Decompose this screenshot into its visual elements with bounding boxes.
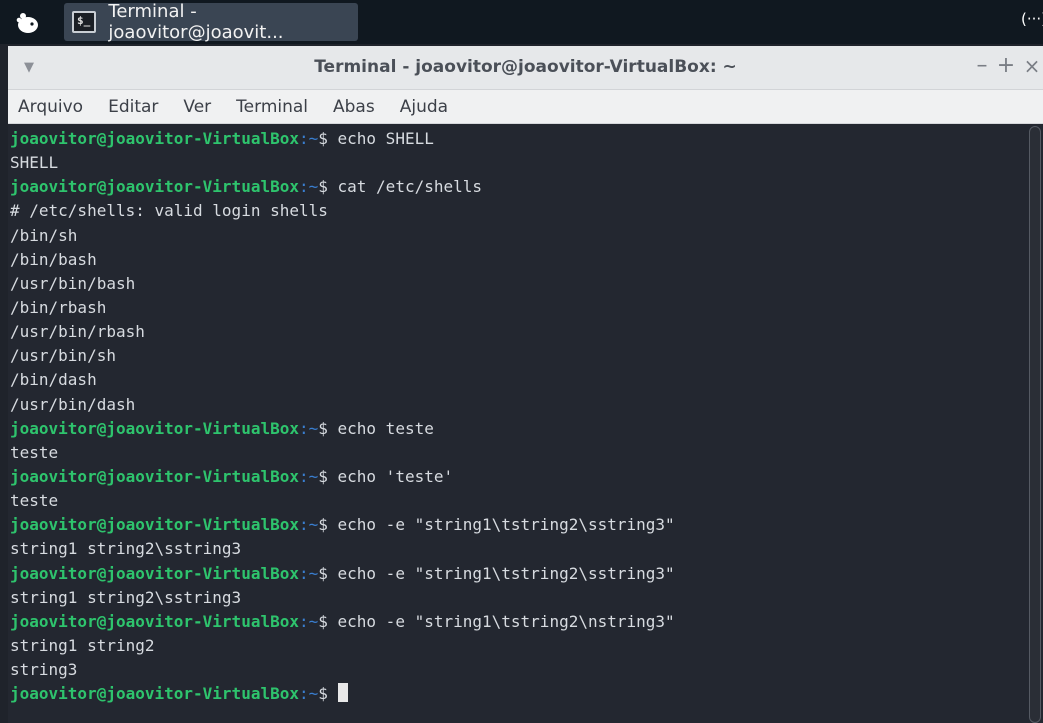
prompt-path: :~ — [298, 515, 319, 535]
prompt-user: joaovitor@joaovitor-VirtualBox — [10, 466, 299, 486]
prompt-symbol: $ — [318, 515, 338, 535]
start-menu-button[interactable] — [0, 0, 56, 44]
output-line: /bin/dash — [10, 370, 97, 390]
prompt-path: :~ — [298, 563, 319, 583]
output-line: /usr/bin/bash — [10, 273, 136, 293]
text-cursor — [337, 683, 348, 703]
terminal-window: ▼ Terminal - joaovitor@joaovitor-Virtual… — [8, 46, 1043, 723]
prompt-line: joaovitor@joaovitor-VirtualBox:~$ echo t… — [10, 417, 1020, 441]
prompt-path: :~ — [298, 418, 319, 438]
output-line: teste — [10, 491, 59, 511]
output-line: /usr/bin/dash — [10, 394, 136, 414]
notification-tray-icon[interactable]: (···) — [1021, 10, 1043, 28]
prompt-symbol: $ — [318, 466, 338, 486]
taskbar: $_ Terminal - joaovitor@joaovit... (···) — [0, 0, 1043, 44]
prompt-symbol: $ — [318, 129, 338, 148]
command-text: echo -e "string1\tstring2\nstring3" — [337, 611, 675, 631]
prompt-path: :~ — [298, 177, 319, 197]
terminal-content[interactable]: joaovitor@joaovitor-VirtualBox:~$ echo S… — [8, 124, 1043, 723]
output-line: # /etc/shells: valid login shells — [10, 201, 328, 221]
menu-abas[interactable]: Abas — [333, 97, 375, 117]
prompt-user: joaovitor@joaovitor-VirtualBox — [10, 129, 299, 148]
output-line: string1 string2 — [10, 635, 155, 655]
command-text: echo -e "string1\tstring2\sstring3" — [337, 515, 675, 535]
output-line: /bin/sh — [10, 225, 78, 245]
prompt-line: joaovitor@joaovitor-VirtualBox:~$ echo -… — [10, 562, 1020, 586]
output-line: /usr/bin/rbash — [10, 322, 145, 342]
prompt-line: joaovitor@joaovitor-VirtualBox:~$ echo '… — [10, 465, 1020, 489]
prompt-symbol: $ — [318, 563, 338, 583]
command-text: echo teste — [337, 418, 434, 438]
minimize-button[interactable]: – — [970, 54, 994, 78]
xfce-mouse-logo-icon — [16, 13, 38, 33]
output-line: teste — [10, 442, 59, 462]
output-line: string1 string2\sstring3 — [10, 539, 242, 559]
prompt-path: :~ — [298, 684, 319, 704]
command-text: echo SHELL — [337, 129, 434, 148]
prompt-path: :~ — [298, 611, 319, 631]
output-line: SHELL — [10, 153, 59, 173]
output-line: /bin/rbash — [10, 297, 107, 317]
prompt-user: joaovitor@joaovitor-VirtualBox — [10, 611, 299, 631]
menu-ver[interactable]: Ver — [183, 97, 211, 117]
prompt-symbol: $ — [318, 177, 338, 197]
prompt-user: joaovitor@joaovitor-VirtualBox — [10, 563, 299, 583]
prompt-symbol: $ — [318, 611, 338, 631]
vertical-scrollbar[interactable] — [1029, 126, 1041, 723]
prompt-symbol: $ — [318, 418, 338, 438]
command-text: cat /etc/shells — [337, 177, 483, 197]
prompt-user: joaovitor@joaovitor-VirtualBox — [10, 177, 299, 197]
menu-terminal[interactable]: Terminal — [236, 97, 308, 117]
command-text: echo -e "string1\tstring2\sstring3" — [337, 563, 675, 583]
taskbar-window-button[interactable]: $_ Terminal - joaovitor@joaovit... — [64, 1, 358, 43]
prompt-user: joaovitor@joaovitor-VirtualBox — [10, 684, 299, 704]
window-title: Terminal - joaovitor@joaovitor-VirtualBo… — [314, 57, 737, 77]
prompt-line: joaovitor@joaovitor-VirtualBox:~$ echo S… — [10, 127, 1020, 151]
output-line: /usr/bin/sh — [10, 346, 116, 366]
prompt-line: joaovitor@joaovitor-VirtualBox:~$ echo -… — [10, 513, 1020, 537]
output-line: string3 — [10, 660, 78, 680]
window-titlebar[interactable]: ▼ Terminal - joaovitor@joaovitor-Virtual… — [8, 46, 1043, 90]
prompt-line: joaovitor@joaovitor-VirtualBox:~$ cat /e… — [10, 175, 1020, 199]
menu-editar[interactable]: Editar — [108, 97, 158, 117]
terminal-icon: $_ — [72, 11, 97, 33]
prompt-user: joaovitor@joaovitor-VirtualBox — [10, 515, 299, 535]
prompt-symbol: $ — [318, 684, 338, 704]
maximize-button[interactable]: + — [994, 54, 1018, 78]
prompt-path: :~ — [298, 466, 319, 486]
taskbar-window-title: Terminal - joaovitor@joaovit... — [108, 1, 284, 43]
menu-bar: Arquivo Editar Ver Terminal Abas Ajuda — [8, 90, 1043, 124]
prompt-path: :~ — [298, 129, 319, 148]
prompt-line: joaovitor@joaovitor-VirtualBox:~$ echo -… — [10, 610, 1020, 634]
terminal-output: joaovitor@joaovitor-VirtualBox:~$ echo S… — [10, 127, 1020, 706]
output-line: /bin/bash — [10, 249, 97, 269]
menu-arquivo[interactable]: Arquivo — [18, 97, 83, 117]
menu-ajuda[interactable]: Ajuda — [400, 97, 448, 117]
command-text: echo 'teste' — [337, 466, 454, 486]
output-line: string1 string2\sstring3 — [10, 587, 242, 607]
close-button[interactable]: × — [1020, 54, 1043, 78]
prompt-line: joaovitor@joaovitor-VirtualBox:~$ — [10, 682, 1020, 706]
prompt-user: joaovitor@joaovitor-VirtualBox — [10, 418, 299, 438]
